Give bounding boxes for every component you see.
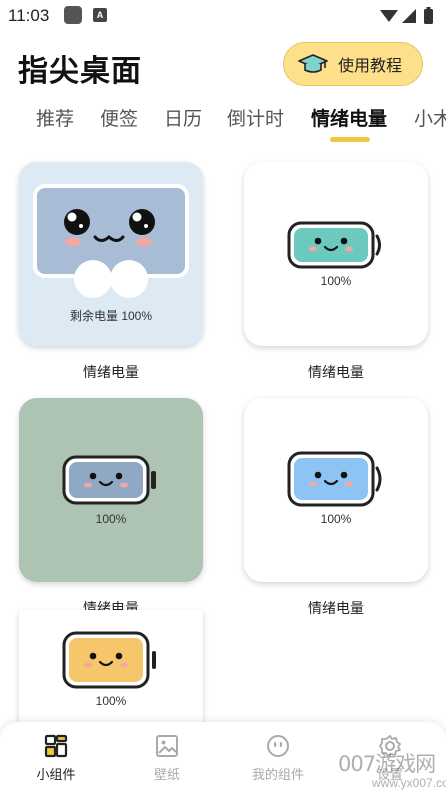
battery-face-large-icon: [33, 184, 189, 298]
gear-icon: [379, 735, 401, 757]
battery-face-blue-icon: [287, 451, 382, 507]
status-time: 11:03: [8, 6, 50, 25]
bottom-navigation: 小组件 壁纸 我的组件 设置: [0, 722, 446, 794]
battery-percent-text: 100%: [95, 694, 127, 708]
widget-card-emotion-yellow[interactable]: 100%: [19, 610, 203, 740]
nav-label-wallpaper: 壁纸: [153, 768, 180, 783]
nav-item-wallpaper[interactable]: 壁纸: [127, 734, 207, 783]
battery-face-yellow-icon: [62, 631, 156, 689]
tab-recommend[interactable]: 推荐: [36, 104, 74, 131]
tab-emotion-battery[interactable]: 情绪电量: [311, 104, 387, 131]
widget-caption: 情绪电量: [308, 365, 364, 381]
notification-icon: [64, 6, 82, 24]
nav-item-widgets[interactable]: 小组件: [16, 734, 96, 783]
tutorial-label: 使用教程: [338, 56, 403, 75]
battery-percent-text: 100%: [320, 512, 352, 526]
widget-caption: 情绪电量: [83, 365, 139, 381]
wifi-icon: [380, 10, 398, 22]
tab-active-indicator: [330, 137, 370, 142]
tutorial-button[interactable]: 使用教程: [283, 42, 423, 86]
status-bar: 11:03 A: [0, 0, 446, 32]
widget-card-emotion-sage[interactable]: 100%: [19, 398, 203, 582]
widget-caption: 情绪电量: [308, 601, 364, 617]
battery-face-bluegray-icon: [62, 455, 156, 505]
battery-percent-text: 100%: [95, 512, 127, 526]
battery-percent-text: 100%: [320, 274, 352, 288]
nav-item-settings[interactable]: 设置: [350, 734, 430, 783]
tab-calendar[interactable]: 日历: [164, 104, 202, 131]
smiley-icon: [267, 735, 289, 757]
tab-countdown[interactable]: 倒计时: [227, 104, 284, 131]
image-icon: [156, 735, 178, 757]
battery-face-teal-icon: [287, 221, 381, 269]
widget-card-emotion-large[interactable]: 剩余电量 100%: [19, 162, 203, 346]
widgets-grid-icon: [44, 734, 68, 758]
nav-label-settings: 设置: [376, 768, 403, 783]
category-tabs: 推荐 便签 日历 倒计时 情绪电量 小木: [0, 104, 446, 144]
battery-remaining-text: 剩余电量 100%: [69, 309, 153, 323]
app-title: 指尖桌面: [18, 54, 142, 89]
system-status-icons: [380, 7, 433, 24]
tab-notes[interactable]: 便签: [100, 104, 138, 131]
signal-icon: [402, 9, 416, 23]
nav-label-widgets: 小组件: [36, 768, 76, 783]
nav-label-my-widgets: 我的组件: [251, 768, 304, 783]
graduation-cap-icon: [298, 54, 328, 73]
tab-wooden-fish[interactable]: 小木: [414, 104, 446, 131]
battery-icon: [424, 9, 433, 24]
widget-card-emotion-teal[interactable]: 100%: [244, 162, 428, 346]
widget-card-emotion-blue[interactable]: 100%: [244, 398, 428, 582]
notification-letter-icon: A: [93, 8, 107, 22]
nav-item-my-widgets[interactable]: 我的组件: [238, 734, 318, 783]
